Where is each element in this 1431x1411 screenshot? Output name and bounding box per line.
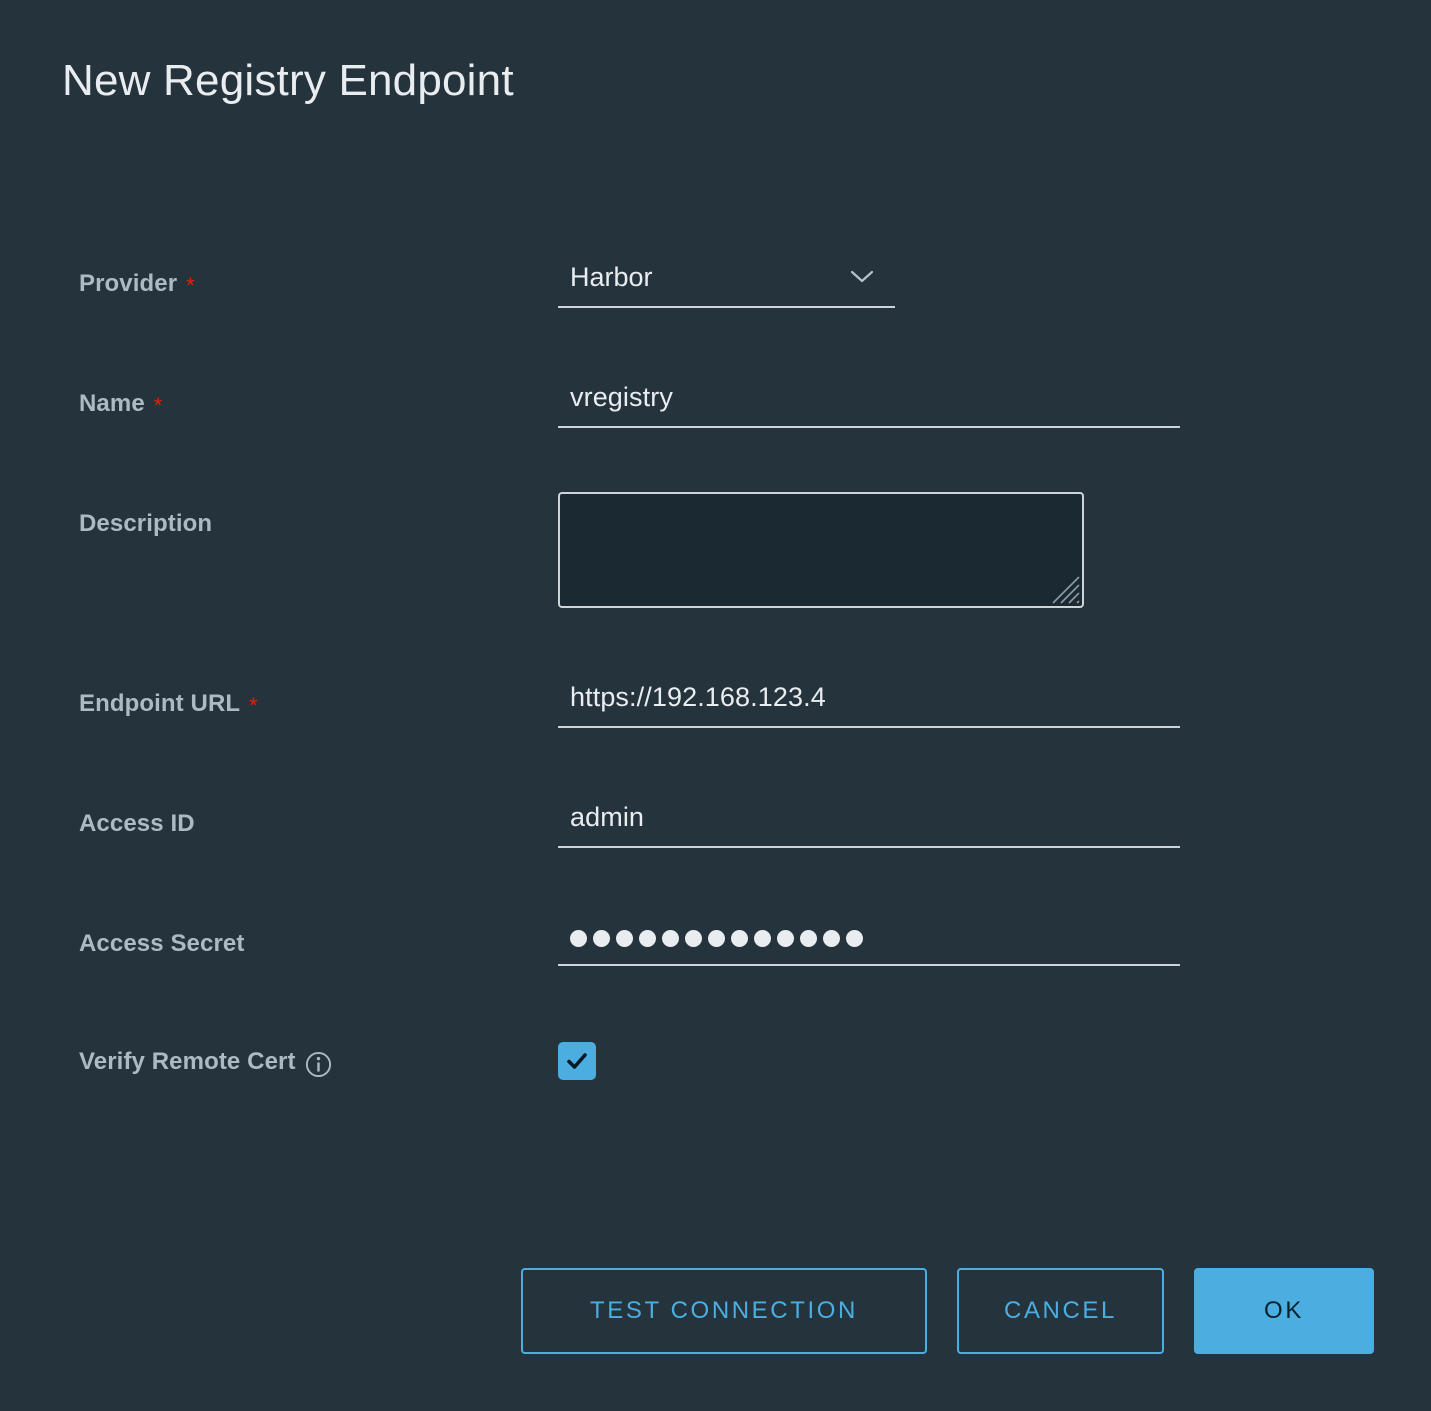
- name-label: Name *: [79, 390, 162, 418]
- password-dot: [754, 930, 771, 947]
- provider-select[interactable]: Harbor: [558, 262, 895, 308]
- ok-button[interactable]: OK: [1194, 1268, 1374, 1354]
- access-secret-input[interactable]: [558, 924, 1180, 966]
- verify-remote-cert-checkbox[interactable]: [558, 1042, 596, 1080]
- description-textarea[interactable]: [558, 492, 1084, 608]
- access-secret-field: [558, 924, 1180, 966]
- password-dot: [685, 930, 702, 947]
- required-asterisk: *: [153, 393, 163, 418]
- provider-label-text: Provider: [79, 270, 178, 297]
- registry-endpoint-form: Provider * Harbor Name * Descripti: [0, 250, 1431, 1150]
- form-row-name: Name *: [0, 370, 1431, 490]
- password-dot: [823, 930, 840, 947]
- name-field: [558, 382, 1180, 428]
- test-connection-button[interactable]: Test Connection: [521, 1268, 927, 1354]
- page-title: New Registry Endpoint: [62, 56, 514, 105]
- access-id-label-text: Access ID: [79, 810, 195, 837]
- dialog-footer: Test Connection Cancel OK: [0, 1268, 1431, 1354]
- name-label-text: Name: [79, 390, 145, 417]
- form-row-description: Description: [0, 490, 1431, 670]
- endpoint-url-field: [558, 682, 1180, 728]
- verify-remote-cert-field: [558, 1042, 596, 1080]
- password-dot: [570, 930, 587, 947]
- password-dot: [777, 930, 794, 947]
- access-id-label: Access ID: [79, 810, 195, 838]
- description-textarea-box: [558, 492, 1084, 608]
- access-secret-label-text: Access Secret: [79, 930, 245, 957]
- verify-remote-cert-label: Verify Remote Cert: [79, 1048, 332, 1078]
- info-circle-icon[interactable]: [305, 1051, 332, 1078]
- password-dot: [616, 930, 633, 947]
- password-dot: [662, 930, 679, 947]
- provider-selected-value[interactable]: Harbor: [558, 262, 895, 308]
- description-label-text: Description: [79, 510, 213, 537]
- password-dot: [800, 930, 817, 947]
- password-dot: [639, 930, 656, 947]
- endpoint-url-label-text: Endpoint URL: [79, 690, 241, 717]
- form-row-access-secret: Access Secret: [0, 910, 1431, 1030]
- description-field: [558, 492, 1084, 608]
- form-row-verify-remote-cert: Verify Remote Cert: [0, 1030, 1431, 1150]
- password-dot: [846, 930, 863, 947]
- access-id-input[interactable]: [558, 802, 1180, 848]
- name-input[interactable]: [558, 382, 1180, 428]
- form-row-endpoint-url: Endpoint URL *: [0, 670, 1431, 790]
- required-asterisk: *: [186, 273, 195, 298]
- cancel-button[interactable]: Cancel: [957, 1268, 1164, 1354]
- description-label: Description: [79, 510, 212, 538]
- password-dot: [708, 930, 725, 947]
- provider-field: Harbor: [558, 262, 895, 308]
- form-row-access-id: Access ID: [0, 790, 1431, 910]
- password-dot: [731, 930, 748, 947]
- password-dot: [593, 930, 610, 947]
- access-secret-label: Access Secret: [79, 930, 244, 958]
- verify-remote-cert-label-text: Verify Remote Cert: [79, 1048, 296, 1075]
- form-row-provider: Provider * Harbor: [0, 250, 1431, 370]
- access-id-field: [558, 802, 1180, 848]
- endpoint-url-label: Endpoint URL *: [79, 690, 258, 718]
- endpoint-url-input[interactable]: [558, 682, 1180, 728]
- provider-label: Provider *: [79, 270, 195, 298]
- required-asterisk: *: [249, 693, 258, 718]
